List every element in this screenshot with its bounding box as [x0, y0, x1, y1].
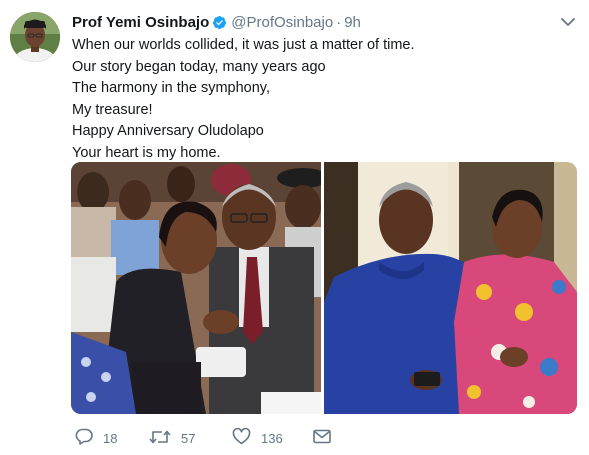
- retweet-count: 57: [181, 430, 196, 446]
- tweet-card[interactable]: Prof Yemi Osinbajo @ProfOsinbajo · 9h Wh…: [0, 0, 589, 455]
- tweet-line: Our story began today, many years ago: [72, 58, 326, 75]
- reply-icon: [75, 428, 93, 448]
- heart-icon: [232, 427, 251, 448]
- tweet-header: Prof Yemi Osinbajo @ProfOsinbajo · 9h: [72, 12, 361, 32]
- verified-badge-icon: [212, 15, 227, 30]
- reply-count: 18: [103, 430, 118, 446]
- retweet-icon: [149, 429, 171, 448]
- media-photo-left[interactable]: [71, 162, 321, 414]
- avatar[interactable]: [10, 12, 60, 62]
- separator-dot: ·: [336, 13, 342, 31]
- author-handle[interactable]: @ProfOsinbajo: [231, 14, 333, 31]
- media-photo-right[interactable]: [324, 162, 577, 414]
- like-count: 136: [261, 430, 283, 446]
- avatar-image: [10, 12, 60, 62]
- like-button[interactable]: 136: [232, 426, 283, 450]
- tweet-actions: 18 57 136: [71, 426, 371, 450]
- timestamp[interactable]: 9h: [344, 14, 361, 31]
- tweet-media: [71, 162, 577, 414]
- envelope-icon: [313, 429, 331, 447]
- direct-message-button[interactable]: [313, 426, 331, 450]
- tweet-line: My treasure!: [72, 101, 153, 118]
- reply-button[interactable]: 18: [75, 426, 117, 450]
- chevron-down-icon[interactable]: [560, 14, 576, 30]
- retweet-button[interactable]: 57: [149, 426, 195, 450]
- author-name[interactable]: Prof Yemi Osinbajo: [72, 14, 209, 31]
- tweet-line: Happy Anniversary Oludolapo: [72, 123, 264, 140]
- tweet-line: The harmony in the symphony,: [72, 80, 270, 97]
- tweet-text: When our worlds collided, it was just a …: [72, 35, 572, 165]
- tweet-line: When our worlds collided, it was just a …: [72, 37, 415, 53]
